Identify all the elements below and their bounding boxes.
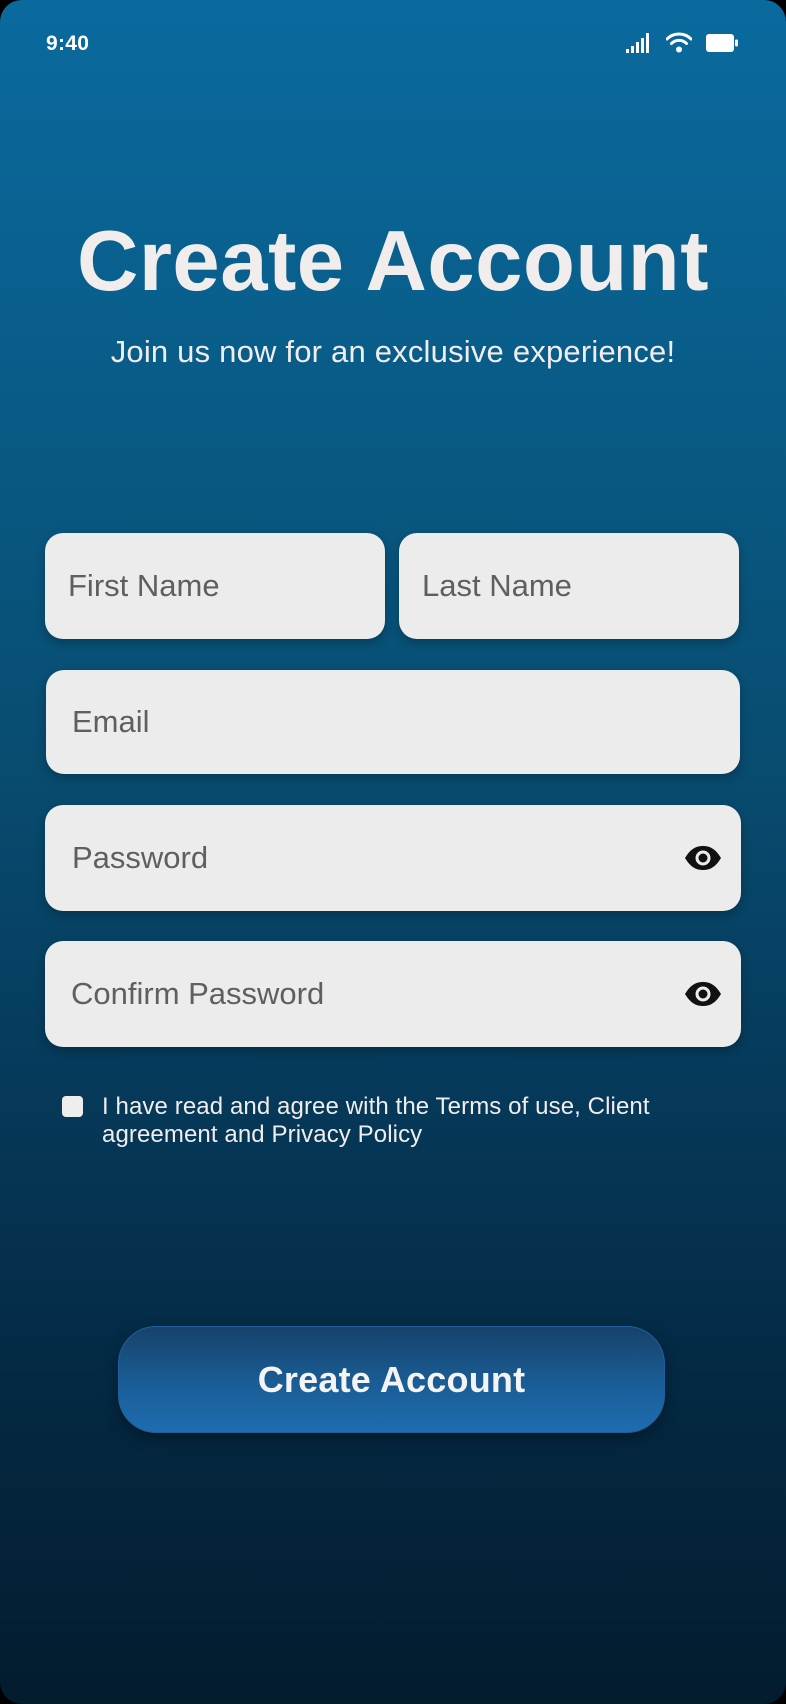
- confirm-password-field[interactable]: [45, 941, 741, 1047]
- show-confirm-password-eye-icon[interactable]: [683, 979, 723, 1009]
- last-name-field[interactable]: [399, 533, 739, 639]
- password-field[interactable]: [45, 805, 741, 911]
- email-input[interactable]: [72, 670, 740, 774]
- last-name-input[interactable]: [422, 533, 739, 639]
- status-time: 9:40: [46, 32, 90, 55]
- show-password-eye-icon[interactable]: [683, 843, 723, 873]
- cellular-signal-icon: [626, 32, 652, 53]
- password-input[interactable]: [72, 805, 661, 911]
- email-field[interactable]: [46, 670, 740, 774]
- battery-icon: [706, 33, 738, 52]
- status-icons: [626, 32, 738, 53]
- confirm-password-input[interactable]: [71, 941, 661, 1047]
- create-account-screen: 9:40 Create Account Join us now for an e…: [0, 0, 786, 1704]
- terms-label: I have read and agree with the Terms of …: [102, 1093, 650, 1148]
- first-name-input[interactable]: [68, 533, 385, 639]
- create-account-button-label: Create Account: [257, 1358, 526, 1400]
- page-title: Create Account: [76, 214, 710, 309]
- first-name-field[interactable]: [45, 533, 385, 639]
- terms-checkbox[interactable]: [62, 1096, 83, 1117]
- create-account-button[interactable]: Create Account: [118, 1326, 665, 1433]
- status-bar: 9:40: [0, 0, 786, 90]
- wifi-icon: [666, 32, 692, 53]
- page-subtitle: Join us now for an exclusive experience!: [110, 334, 676, 369]
